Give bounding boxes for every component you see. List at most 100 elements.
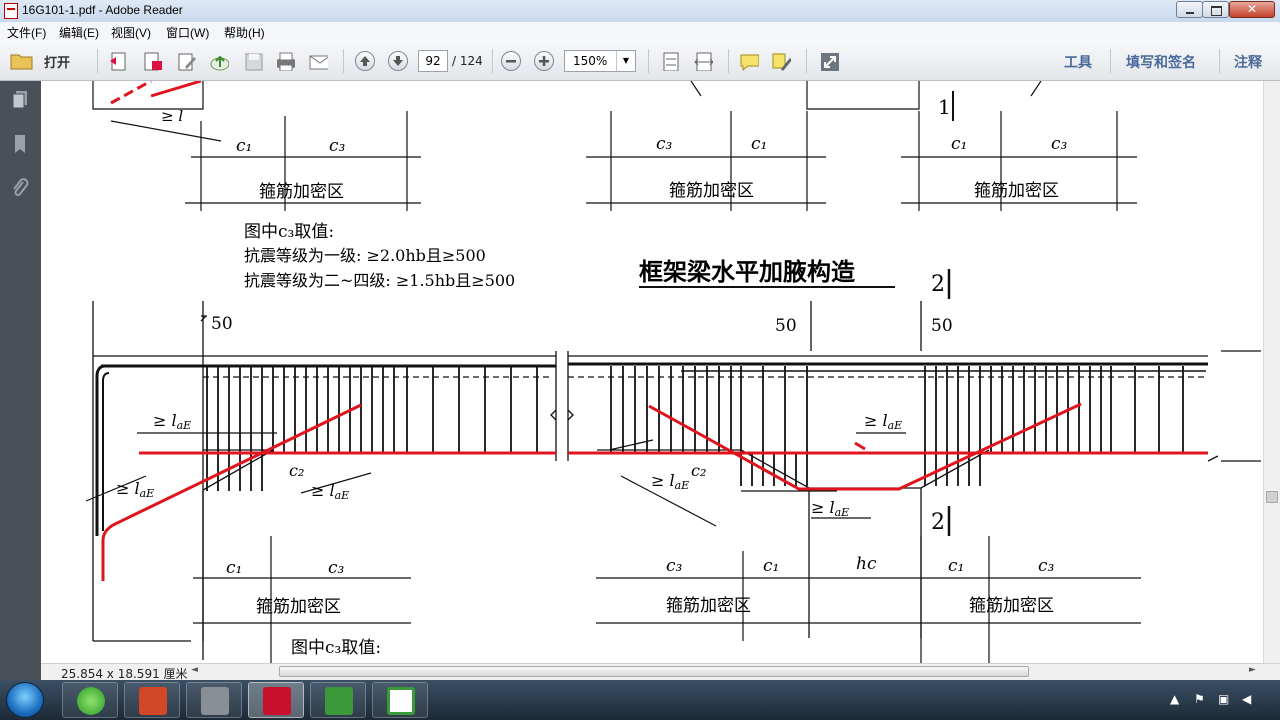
bookmarks-icon[interactable] bbox=[10, 133, 30, 155]
taskbar-powerpoint[interactable] bbox=[124, 682, 180, 718]
section-mark-2-bottom: 2 bbox=[931, 510, 945, 535]
scroll-thumb[interactable] bbox=[1266, 491, 1278, 503]
toolbar-separator bbox=[1110, 49, 1111, 73]
lae-label-c: ≥ laE bbox=[811, 498, 849, 519]
highlight-pen-icon[interactable] bbox=[771, 51, 791, 71]
toolbar-separator bbox=[648, 49, 649, 73]
arrow-up-icon bbox=[360, 56, 370, 66]
vertical-scrollbar[interactable] bbox=[1263, 81, 1280, 663]
lae-label-d: ≥ laE bbox=[311, 481, 349, 502]
comment-bubble-icon[interactable] bbox=[739, 51, 759, 71]
navigation-panel bbox=[0, 81, 41, 680]
top-lae-text: ≥ l bbox=[161, 107, 183, 125]
scroll-right-arrow-icon[interactable]: ► bbox=[1249, 665, 1256, 675]
menu-edit[interactable]: 编辑(E) bbox=[59, 24, 99, 41]
note-title-top: 图中c₃取值: bbox=[244, 222, 334, 242]
taskbar-camtasia-2[interactable] bbox=[372, 682, 428, 718]
menu-window[interactable]: 窗口(W) bbox=[166, 24, 209, 41]
adobe-reader-app-icon bbox=[4, 3, 18, 19]
bottom-c3-left: c₃ bbox=[328, 558, 345, 578]
top-c3-right: c₃ bbox=[1051, 134, 1068, 154]
fill-sign-pane-button[interactable]: 填写和签名 bbox=[1126, 52, 1196, 72]
dim-50-mid: 50 bbox=[775, 316, 797, 336]
bottom-c1-mid: c₁ bbox=[763, 556, 779, 576]
zone-label-bottom-right: 箍筋加密区 bbox=[969, 596, 1054, 616]
c2-label-left: c₂ bbox=[289, 461, 304, 480]
plus-icon bbox=[539, 56, 549, 66]
export-pdf-icon[interactable] bbox=[142, 51, 162, 71]
bottom-c3-mid: c₃ bbox=[666, 556, 683, 576]
edit-pdf-icon[interactable] bbox=[176, 51, 196, 71]
attachments-paperclip-icon[interactable] bbox=[10, 177, 30, 199]
tool-icon bbox=[201, 687, 229, 715]
taskbar-browser[interactable] bbox=[62, 682, 118, 718]
maximize-button[interactable] bbox=[1202, 1, 1229, 18]
taskbar-camtasia-1[interactable] bbox=[310, 682, 366, 718]
minus-icon bbox=[506, 60, 516, 63]
create-pdf-icon[interactable] bbox=[108, 51, 128, 71]
menu-view[interactable]: 视图(V) bbox=[111, 24, 151, 41]
open-button[interactable]: 打开 bbox=[6, 47, 86, 75]
camtasia-icon bbox=[325, 687, 353, 715]
menu-help[interactable]: 帮助(H) bbox=[224, 24, 265, 41]
taskbar-tool[interactable] bbox=[186, 682, 242, 718]
tools-pane-button[interactable]: 工具 bbox=[1064, 52, 1092, 72]
fit-page-icon[interactable] bbox=[660, 51, 680, 71]
horizontal-scroll-thumb[interactable] bbox=[279, 666, 1029, 677]
top-c1-right: c₁ bbox=[951, 134, 967, 154]
zoom-select[interactable]: 150% ▼ bbox=[564, 50, 636, 72]
close-button[interactable] bbox=[1229, 1, 1275, 18]
taskbar-adobe-reader[interactable] bbox=[248, 682, 304, 718]
top-c3-left: c₃ bbox=[329, 136, 346, 156]
chevron-down-icon[interactable]: ▼ bbox=[616, 51, 635, 71]
fit-width-icon[interactable] bbox=[693, 51, 713, 71]
top-c1-left: c₁ bbox=[236, 136, 252, 156]
comment-pane-button[interactable]: 注释 bbox=[1234, 52, 1262, 72]
print-icon[interactable] bbox=[275, 51, 295, 71]
page-number-input[interactable]: 92 bbox=[418, 50, 448, 72]
document-view[interactable]: c₁ c₃ c₃ c₁ c₁ c₃ 箍筋加密区 箍筋加密区 箍筋加密区 ≥ l … bbox=[41, 81, 1263, 663]
c2-label-mid: c₂ bbox=[691, 461, 706, 480]
menu-bar: 文件(F) 编辑(E) 视图(V) 窗口(W) 帮助(H) bbox=[0, 22, 1280, 41]
window-title: 16G101-1.pdf - Adobe Reader bbox=[22, 3, 183, 17]
network-icon[interactable]: ⚑ bbox=[1194, 692, 1205, 706]
zoom-value: 150% bbox=[573, 54, 608, 68]
previous-page-button[interactable] bbox=[355, 51, 375, 71]
top-c1-mid: c₁ bbox=[751, 134, 767, 154]
toolbar-separator bbox=[343, 49, 344, 73]
volume-icon[interactable]: ◀ bbox=[1242, 692, 1251, 706]
next-page-button[interactable] bbox=[388, 51, 408, 71]
toolbar-separator bbox=[97, 49, 98, 73]
tray-expand-icon[interactable]: ▲ bbox=[1170, 692, 1179, 706]
dim-50-left: 50 bbox=[211, 314, 233, 334]
toolbar-separator bbox=[806, 49, 807, 73]
zoom-in-button[interactable] bbox=[534, 51, 554, 71]
zone-label-bottom-left: 箍筋加密区 bbox=[256, 597, 341, 617]
folder-icon bbox=[10, 54, 33, 70]
menu-file[interactable]: 文件(F) bbox=[7, 24, 46, 41]
email-icon[interactable] bbox=[308, 51, 328, 71]
bottom-c3-right: c₃ bbox=[1038, 556, 1055, 576]
display-icon[interactable]: ▣ bbox=[1218, 692, 1229, 706]
title-bar: 16G101-1.pdf - Adobe Reader bbox=[0, 0, 1280, 22]
fullscreen-icon[interactable] bbox=[819, 51, 839, 71]
adobe-reader-icon bbox=[263, 687, 291, 715]
open-label: 打开 bbox=[44, 56, 71, 71]
windows-taskbar: ▲ ⚑ ▣ ◀ bbox=[0, 680, 1280, 720]
note-line-1: 抗震等级为一级: ≥2.0hb且≥500 bbox=[244, 246, 486, 265]
save-icon[interactable] bbox=[243, 51, 263, 71]
scroll-left-arrow-icon[interactable]: ◄ bbox=[191, 665, 198, 675]
page-thumbnails-icon[interactable] bbox=[10, 89, 30, 111]
minimize-button[interactable] bbox=[1176, 1, 1203, 18]
start-button[interactable] bbox=[6, 682, 44, 718]
toolbar-separator bbox=[1219, 49, 1220, 73]
pdf-page-drawing: c₁ c₃ c₃ c₁ c₁ c₃ 箍筋加密区 箍筋加密区 箍筋加密区 ≥ l … bbox=[85, 81, 1261, 663]
camtasia-icon bbox=[387, 687, 415, 715]
zoom-out-button[interactable] bbox=[501, 51, 521, 71]
main-toolbar: 打开 92 / 124 150% ▼ 工具 填写和签名 注释 bbox=[0, 41, 1280, 81]
upload-cloud-icon[interactable] bbox=[209, 51, 229, 71]
lae-label-e: ≥ laE bbox=[651, 471, 689, 492]
page-total: / 124 bbox=[452, 54, 483, 68]
section-mark-1: 1 bbox=[938, 95, 951, 119]
zone-label-top-right: 箍筋加密区 bbox=[974, 181, 1059, 201]
